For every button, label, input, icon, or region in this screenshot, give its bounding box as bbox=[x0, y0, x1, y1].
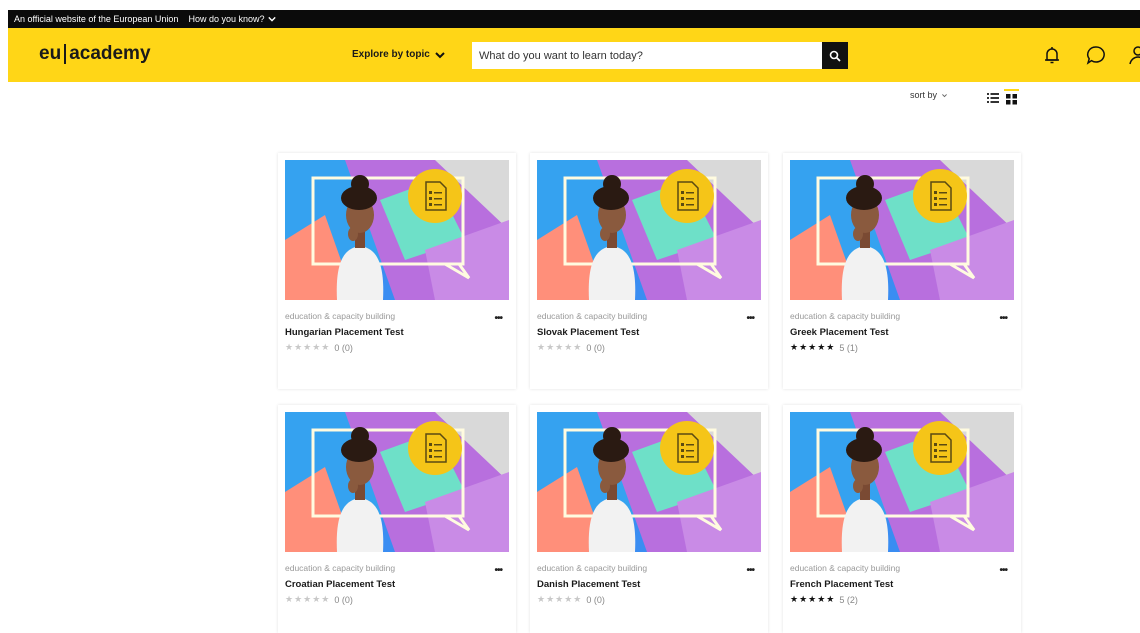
search-input[interactable] bbox=[472, 42, 822, 69]
rating-stars: ★★★★★ bbox=[285, 342, 331, 352]
course-card[interactable]: education & capacity building ••• Croati… bbox=[278, 405, 516, 633]
course-rating: ★★★★★ 0 (0) bbox=[285, 342, 353, 353]
course-image[interactable] bbox=[285, 412, 509, 552]
course-title[interactable]: Croatian Placement Test bbox=[285, 579, 395, 590]
course-rating: ★★★★★ 5 (1) bbox=[790, 342, 858, 353]
more-options-button[interactable]: ••• bbox=[494, 565, 502, 576]
course-category: education & capacity building bbox=[790, 563, 901, 573]
course-title[interactable]: Greek Placement Test bbox=[790, 327, 889, 338]
logo-divider bbox=[64, 44, 67, 64]
more-options-button[interactable]: ••• bbox=[494, 313, 502, 324]
course-title[interactable]: Danish Placement Test bbox=[537, 579, 640, 590]
more-options-button[interactable]: ••• bbox=[746, 313, 754, 324]
sort-by-label: sort by bbox=[910, 90, 938, 100]
course-category: education & capacity building bbox=[790, 311, 901, 321]
explore-label: Explore by topic bbox=[352, 49, 430, 60]
course-rating: ★★★★★ 0 (0) bbox=[285, 594, 353, 605]
more-options-button[interactable]: ••• bbox=[746, 565, 754, 576]
course-thumbnail bbox=[285, 412, 509, 552]
course-category: education & capacity building bbox=[285, 311, 396, 321]
rating-count: 0 (0) bbox=[334, 594, 353, 605]
grid-view-icon[interactable] bbox=[1004, 89, 1019, 105]
rating-count: 0 (0) bbox=[334, 342, 353, 353]
course-card[interactable]: education & capacity building ••• Hungar… bbox=[278, 153, 516, 389]
sort-by-dropdown[interactable]: sort by bbox=[910, 90, 948, 100]
course-card[interactable]: education & capacity building ••• French… bbox=[783, 405, 1021, 633]
eu-official-bar: An official website of the European Unio… bbox=[8, 10, 1140, 28]
course-category: education & capacity building bbox=[537, 563, 648, 573]
course-rating: ★★★★★ 0 (0) bbox=[537, 342, 605, 353]
list-view-icon[interactable] bbox=[987, 92, 999, 104]
rating-count: 0 (0) bbox=[586, 594, 605, 605]
course-title[interactable]: Slovak Placement Test bbox=[537, 327, 639, 338]
course-title[interactable]: Hungarian Placement Test bbox=[285, 327, 404, 338]
rating-stars: ★★★★★ bbox=[285, 594, 331, 604]
chat-icon[interactable] bbox=[1084, 43, 1108, 67]
bell-icon[interactable] bbox=[1040, 43, 1064, 67]
top-strip bbox=[0, 0, 1140, 10]
course-thumbnail bbox=[790, 412, 1014, 552]
course-category: education & capacity building bbox=[285, 563, 396, 573]
eu-academy-logo[interactable]: eu academy bbox=[39, 43, 151, 65]
more-options-button[interactable]: ••• bbox=[999, 313, 1007, 324]
course-thumbnail bbox=[537, 160, 761, 300]
rating-stars: ★★★★★ bbox=[537, 342, 583, 352]
search-bar bbox=[472, 42, 848, 69]
course-image[interactable] bbox=[537, 412, 761, 552]
course-thumbnail bbox=[285, 160, 509, 300]
course-card[interactable]: education & capacity building ••• Danish… bbox=[530, 405, 768, 633]
how-do-you-know-label: How do you know? bbox=[188, 14, 265, 24]
chevron-down-icon bbox=[435, 51, 445, 58]
course-thumbnail bbox=[537, 412, 761, 552]
chevron-down-icon bbox=[267, 16, 276, 22]
search-button[interactable] bbox=[822, 42, 848, 69]
search-icon bbox=[829, 50, 841, 62]
rating-stars: ★★★★★ bbox=[790, 342, 836, 352]
course-thumbnail bbox=[790, 160, 1014, 300]
course-card[interactable]: education & capacity building ••• Greek … bbox=[783, 153, 1021, 389]
more-options-button[interactable]: ••• bbox=[999, 565, 1007, 576]
explore-by-topic-menu[interactable]: Explore by topic bbox=[352, 49, 445, 60]
rating-count: 5 (1) bbox=[839, 342, 858, 353]
rating-count: 5 (2) bbox=[839, 594, 858, 605]
logo-eu: eu bbox=[39, 43, 62, 64]
course-category: education & capacity building bbox=[537, 311, 648, 321]
course-image[interactable] bbox=[285, 160, 509, 300]
site-header: eu academy Explore by topic bbox=[8, 28, 1140, 82]
rating-stars: ★★★★★ bbox=[790, 594, 836, 604]
how-do-you-know-link[interactable]: How do you know? bbox=[188, 14, 276, 24]
rating-count: 0 (0) bbox=[586, 342, 605, 353]
logo-academy: academy bbox=[69, 43, 151, 64]
course-rating: ★★★★★ 0 (0) bbox=[537, 594, 605, 605]
course-image[interactable] bbox=[790, 160, 1014, 300]
course-card[interactable]: education & capacity building ••• Slovak… bbox=[530, 153, 768, 389]
rating-stars: ★★★★★ bbox=[537, 594, 583, 604]
course-image[interactable] bbox=[790, 412, 1014, 552]
course-rating: ★★★★★ 5 (2) bbox=[790, 594, 858, 605]
course-title[interactable]: French Placement Test bbox=[790, 579, 893, 590]
eu-official-text: An official website of the European Unio… bbox=[14, 14, 179, 24]
chevron-down-icon bbox=[942, 93, 947, 97]
user-icon[interactable] bbox=[1126, 43, 1140, 67]
course-image[interactable] bbox=[537, 160, 761, 300]
